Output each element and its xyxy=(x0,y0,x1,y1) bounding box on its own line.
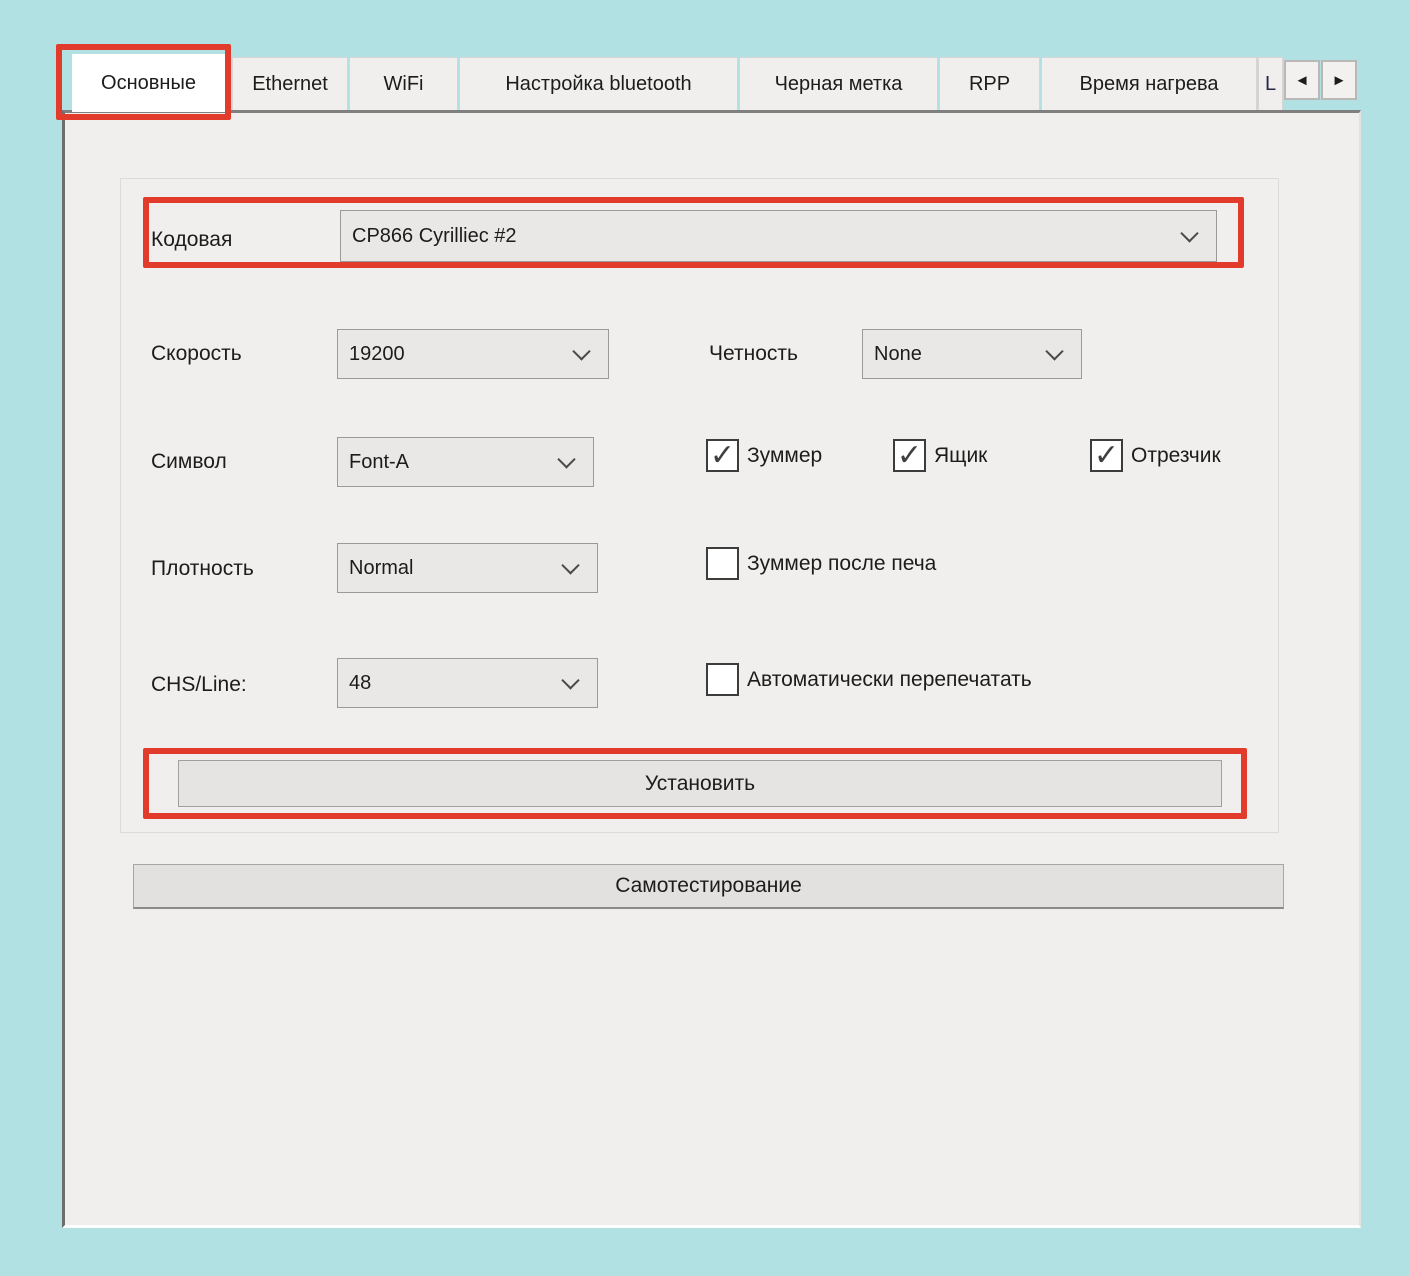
checkbox-checked-icon: ✓ xyxy=(893,439,926,472)
codepage-label: Кодовая xyxy=(151,227,232,253)
parity-select[interactable]: None xyxy=(862,329,1082,379)
selftest-button-label: Самотестирование xyxy=(615,874,802,898)
auto-reprint-checkbox[interactable]: Автоматически перепечатать xyxy=(706,663,1032,696)
chs-line-select[interactable]: 48 xyxy=(337,658,598,708)
settings-group-box xyxy=(120,178,1279,833)
checkbox-unchecked-icon xyxy=(706,547,739,580)
parity-label: Четность xyxy=(709,341,798,367)
speed-select[interactable]: 19200 xyxy=(337,329,609,379)
density-label: Плотность xyxy=(151,556,254,582)
drawer-checkbox-label: Ящик xyxy=(934,444,987,468)
density-select[interactable]: Normal xyxy=(337,543,598,593)
tab-label: RPP xyxy=(969,73,1010,96)
chs-line-value: 48 xyxy=(349,672,371,695)
buzzer-checkbox-label: Зуммер xyxy=(747,444,822,468)
arrow-left-icon: ◄ xyxy=(1295,72,1310,89)
codepage-select[interactable]: CP866 Cyrilliec #2 xyxy=(340,210,1217,262)
tab-label: Настройка bluetooth xyxy=(505,73,691,96)
checkbox-checked-icon: ✓ xyxy=(1090,439,1123,472)
tab-label: Ethernet xyxy=(252,73,328,96)
chevron-down-icon xyxy=(557,450,575,468)
tab-heat-time[interactable]: Время нагрева xyxy=(1041,57,1257,110)
selftest-button[interactable]: Самотестирование xyxy=(133,864,1284,909)
tab-scroll-left-button[interactable]: ◄ xyxy=(1284,60,1320,100)
drawer-checkbox[interactable]: ✓ Ящик xyxy=(893,439,987,472)
tab-label: Черная метка xyxy=(775,73,903,96)
chevron-down-icon xyxy=(1180,224,1198,242)
arrow-right-icon: ► xyxy=(1332,72,1347,89)
codepage-value: CP866 Cyrilliec #2 xyxy=(352,225,517,248)
chevron-down-icon xyxy=(572,342,590,360)
tab-osnovnye[interactable]: Основные xyxy=(72,54,225,112)
symbol-select[interactable]: Font-A xyxy=(337,437,594,487)
chevron-down-icon xyxy=(561,671,579,689)
tab-scroll-right-button[interactable]: ► xyxy=(1321,60,1357,100)
tab-label: Основные xyxy=(101,72,196,95)
tab-bluetooth-setup[interactable]: Настройка bluetooth xyxy=(459,57,738,110)
cutter-checkbox[interactable]: ✓ Отрезчик xyxy=(1090,439,1221,472)
tab-rpp[interactable]: RPP xyxy=(939,57,1040,110)
tab-partial[interactable]: L xyxy=(1258,57,1283,110)
chevron-down-icon xyxy=(1045,342,1063,360)
chevron-down-icon xyxy=(561,556,579,574)
speed-value: 19200 xyxy=(349,343,405,366)
tab-label: Время нагрева xyxy=(1080,73,1219,96)
buzzer-after-print-label: Зуммер после печа xyxy=(747,552,936,576)
checkbox-unchecked-icon xyxy=(706,663,739,696)
buzzer-checkbox[interactable]: ✓ Зуммер xyxy=(706,439,822,472)
tab-ethernet[interactable]: Ethernet xyxy=(232,57,348,110)
speed-label: Скорость xyxy=(151,341,242,367)
density-value: Normal xyxy=(349,557,413,580)
set-button[interactable]: Установить xyxy=(178,760,1222,807)
set-button-label: Установить xyxy=(645,772,755,796)
cutter-checkbox-label: Отрезчик xyxy=(1131,444,1221,468)
tab-label: L xyxy=(1265,73,1276,96)
tab-label: WiFi xyxy=(384,73,424,96)
tab-wifi[interactable]: WiFi xyxy=(349,57,458,110)
tab-black-mark[interactable]: Черная метка xyxy=(739,57,938,110)
auto-reprint-label: Автоматически перепечатать xyxy=(747,668,1032,692)
chs-line-label: CHS/Line: xyxy=(151,672,247,698)
symbol-label: Символ xyxy=(151,449,227,475)
symbol-value: Font-A xyxy=(349,451,409,474)
parity-value: None xyxy=(874,343,922,366)
checkbox-checked-icon: ✓ xyxy=(706,439,739,472)
buzzer-after-print-checkbox[interactable]: Зуммер после печа xyxy=(706,547,936,580)
